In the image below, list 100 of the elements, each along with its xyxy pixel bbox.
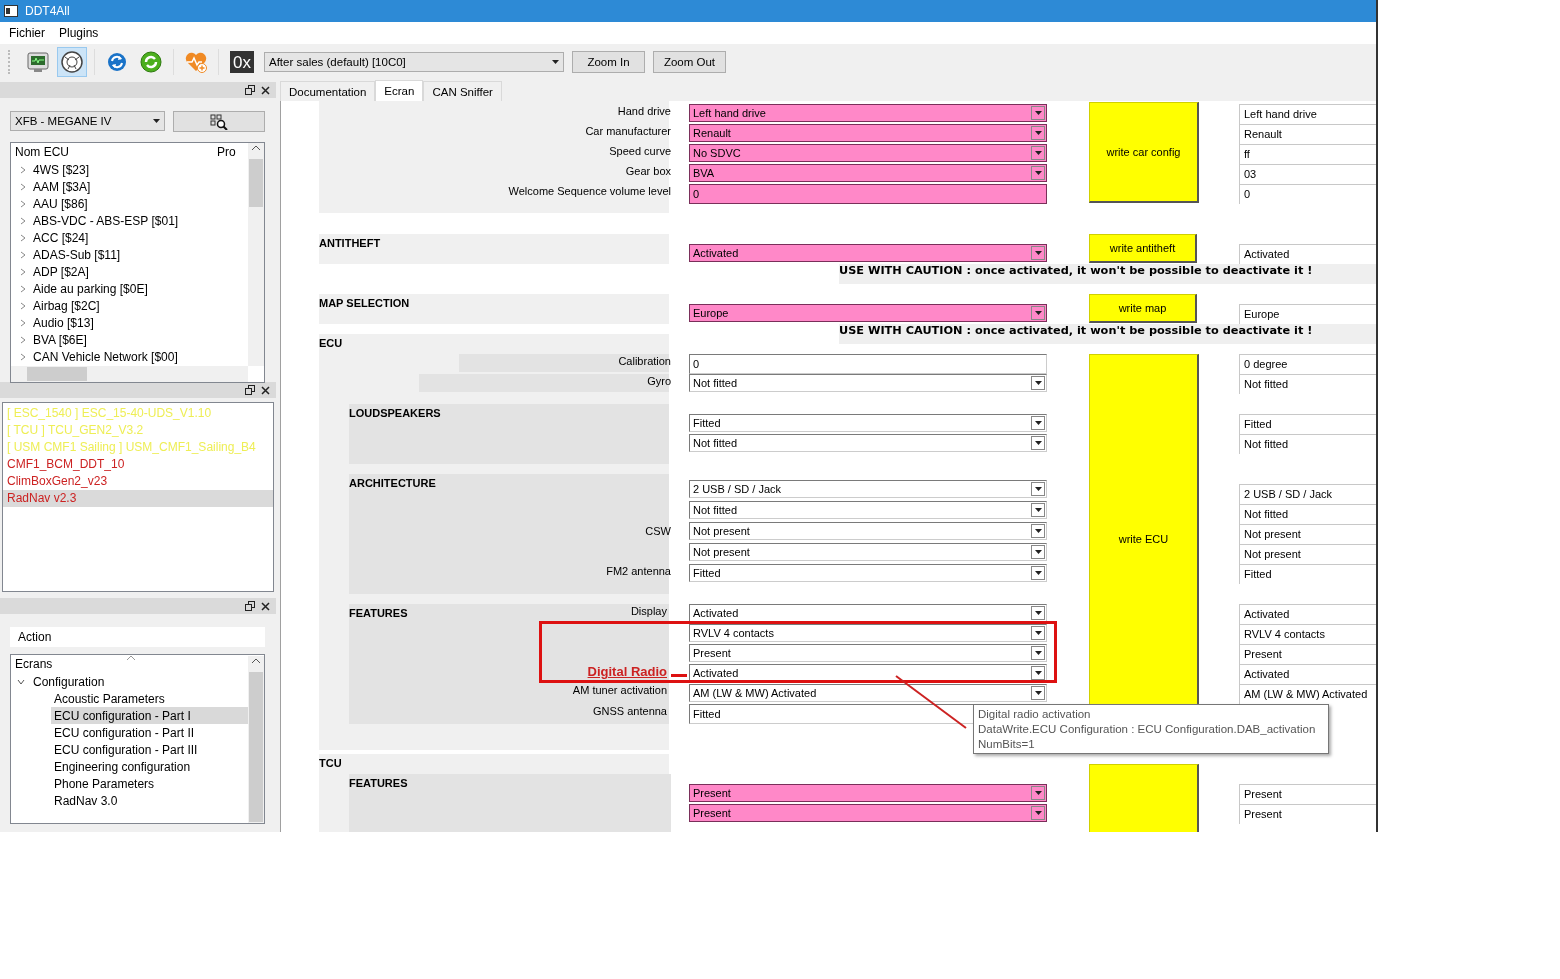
column-header[interactable]: Nom ECU: [11, 145, 213, 159]
dropdown[interactable]: Activated: [689, 244, 1047, 262]
dropdown[interactable]: Present: [689, 784, 1047, 802]
menu-item[interactable]: Plugins: [59, 26, 99, 40]
tab[interactable]: CAN Sniffer: [423, 81, 502, 101]
restore-icon[interactable]: [245, 85, 255, 95]
tree-item[interactable]: Audio [$13]: [33, 315, 94, 330]
scrollbar[interactable]: [11, 366, 248, 382]
scan-button[interactable]: [173, 111, 265, 132]
scrollbar-thumb[interactable]: [27, 367, 87, 381]
field-label: Calibration: [618, 354, 671, 368]
vehicle-dropdown[interactable]: XFB - MEGANE IV: [10, 111, 165, 131]
tree-item[interactable]: Phone Parameters: [51, 775, 248, 792]
tree-item[interactable]: ABS-VDC - ABS-ESP [$01]: [33, 213, 179, 228]
dropdown[interactable]: BVA: [689, 164, 1047, 182]
close-icon[interactable]: [261, 601, 270, 611]
tab[interactable]: Ecran: [375, 80, 424, 101]
tree-item[interactable]: ADP [$2A]: [33, 264, 89, 279]
hex-button[interactable]: 0x: [230, 51, 254, 73]
scrollbar-thumb[interactable]: [249, 159, 263, 207]
collapse-chevron-icon[interactable]: [19, 182, 27, 191]
input-field[interactable]: 0: [689, 354, 1047, 374]
collapse-chevron-icon[interactable]: [19, 233, 27, 242]
tree-item[interactable]: ACC [$24]: [33, 230, 89, 245]
zoom-button[interactable]: Zoom In: [572, 51, 645, 73]
write-button[interactable]: write car config: [1089, 102, 1199, 203]
collapse-chevron-icon[interactable]: [19, 216, 27, 225]
column-header[interactable]: Pro: [213, 145, 236, 159]
field-label: GNSS antenna: [593, 704, 667, 718]
tree-item[interactable]: Airbag [$2C]: [33, 298, 100, 313]
collapse-chevron-icon[interactable]: [19, 301, 27, 310]
restore-icon[interactable]: [245, 601, 255, 611]
close-icon[interactable]: [261, 385, 270, 395]
value-field: Europe: [1239, 304, 1376, 324]
dropdown[interactable]: RVLV 4 contacts: [689, 624, 1047, 642]
field-label: CSW: [645, 524, 671, 538]
dropdown[interactable]: Present: [689, 644, 1047, 662]
group-title: FEATURES: [349, 777, 408, 789]
input-field[interactable]: 0: [689, 184, 1047, 204]
dropdown[interactable]: Not fitted: [689, 434, 1047, 452]
dropdown[interactable]: Not present: [689, 543, 1047, 561]
tree-item[interactable]: ECU configuration - Part II: [51, 724, 248, 741]
tree-item[interactable]: ADAS-Sub [$11]: [33, 247, 121, 262]
restore-icon[interactable]: [245, 385, 255, 395]
tree-item[interactable]: AAU [$86]: [33, 196, 88, 211]
tree-item[interactable]: BVA [$6E]: [33, 332, 87, 347]
column-header[interactable]: Ecrans: [11, 657, 53, 671]
tree-item[interactable]: Engineering configuration: [51, 758, 248, 775]
tree-item[interactable]: 4WS [$23]: [33, 162, 90, 177]
dropdown[interactable]: Renault: [689, 124, 1047, 142]
dropdown[interactable]: Europe: [689, 304, 1047, 322]
collapse-chevron-icon[interactable]: [19, 284, 27, 293]
collapse-chevron-icon[interactable]: [19, 199, 27, 208]
dropdown[interactable]: Left hand drive: [689, 104, 1047, 122]
panel-header[interactable]: Action: [10, 627, 265, 647]
collapse-chevron-icon[interactable]: [19, 250, 27, 259]
dropdown[interactable]: Fitted: [689, 564, 1047, 582]
scrollbar-thumb[interactable]: [249, 672, 263, 822]
dropdown[interactable]: Not present: [689, 522, 1047, 540]
collapse-chevron-icon[interactable]: [19, 335, 27, 344]
close-icon[interactable]: [261, 85, 270, 95]
tree-item[interactable]: AAM [$3A]: [33, 179, 91, 194]
value-field: Not fitted: [1239, 374, 1376, 394]
emblem-button[interactable]: [57, 47, 87, 77]
write-button[interactable]: [1089, 764, 1199, 832]
tree-item[interactable]: Aide au parking [$0E]: [33, 281, 148, 296]
mode-dropdown[interactable]: After sales (default) [10C0]: [264, 52, 564, 72]
list-item[interactable]: RadNav v2.3: [3, 490, 273, 507]
dropdown[interactable]: Not fitted: [689, 374, 1047, 392]
field-label: FM2 antenna: [606, 564, 671, 578]
caret-icon: [1034, 508, 1042, 512]
value-field: Renault: [1239, 124, 1376, 144]
expand-chevron-icon[interactable]: [17, 677, 25, 686]
collapse-chevron-icon[interactable]: [19, 352, 27, 361]
scrollbar[interactable]: [248, 656, 264, 823]
list-item[interactable]: CMF1_BCM_DDT_10: [3, 456, 273, 473]
write-button[interactable]: write map: [1089, 294, 1197, 323]
tree-item[interactable]: Configuration: [33, 674, 105, 689]
dropdown[interactable]: 2 USB / SD / Jack: [689, 480, 1047, 498]
zoom-button[interactable]: Zoom Out: [653, 51, 726, 73]
tree-item[interactable]: RadNav 3.0: [51, 792, 248, 809]
dropdown[interactable]: No SDVC: [689, 144, 1047, 162]
tree-item[interactable]: ECU configuration - Part III: [51, 741, 248, 758]
dropdown[interactable]: Not fitted: [689, 501, 1047, 519]
dropdown[interactable]: Fitted: [689, 414, 1047, 432]
tree-item[interactable]: CAN Vehicle Network [$00]: [33, 349, 178, 364]
dropdown[interactable]: Present: [689, 804, 1047, 822]
tree-item[interactable]: ECU configuration - Part I: [51, 707, 248, 724]
write-button[interactable]: write antitheft: [1089, 234, 1197, 263]
tab[interactable]: Documentation: [280, 81, 376, 101]
collapse-chevron-icon[interactable]: [19, 267, 27, 276]
menu-item[interactable]: Fichier: [9, 26, 45, 40]
tree-item[interactable]: Acoustic Parameters: [51, 690, 248, 707]
scrollbar[interactable]: [248, 143, 264, 366]
caret-icon: [1034, 311, 1042, 315]
dropdown[interactable]: Activated: [689, 604, 1047, 622]
dropdown[interactable]: AM (LW & MW) Activated: [689, 684, 1047, 702]
collapse-chevron-icon[interactable]: [19, 165, 27, 174]
collapse-chevron-icon[interactable]: [19, 318, 27, 327]
list-item[interactable]: ClimBoxGen2_v23: [3, 473, 273, 490]
